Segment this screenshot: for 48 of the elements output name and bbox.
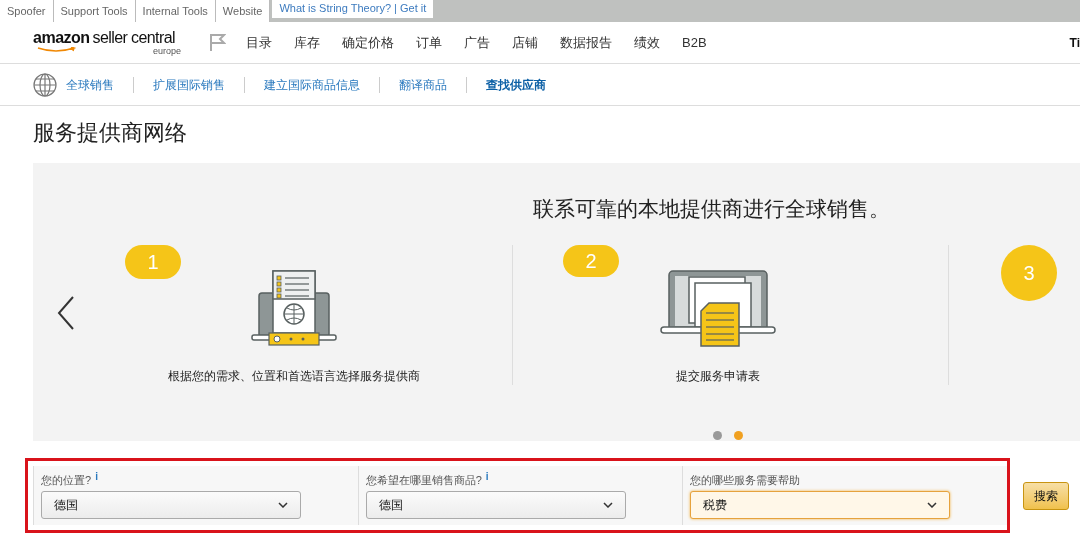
nav-link[interactable]: 广告 <box>464 32 490 53</box>
browser-tab[interactable]: Spoofer <box>0 0 54 22</box>
laptop-document-icon <box>659 267 777 347</box>
flag-icon[interactable] <box>209 33 226 52</box>
chevron-down-icon <box>602 502 613 508</box>
logo-brand: amazon <box>33 29 90 47</box>
info-icon[interactable]: i <box>95 472 98 482</box>
dropdown-select[interactable]: 德国 <box>365 491 626 519</box>
field-label: 您的位置? <box>41 473 92 488</box>
nav-link[interactable]: 店铺 <box>512 32 538 53</box>
page-title: 服务提供商网络 <box>33 119 188 147</box>
nav-link[interactable]: 库存 <box>294 32 320 53</box>
field-label: 您的哪些服务需要帮助 <box>690 473 801 488</box>
subnav-link[interactable]: 全球销售 <box>66 75 114 94</box>
info-icon[interactable]: i <box>485 472 489 482</box>
browser-tab[interactable]: Internal Tools <box>135 0 216 22</box>
nav-link[interactable]: B2B <box>682 32 707 53</box>
logo-region: europe <box>152 47 181 56</box>
subnav-link[interactable]: 扩展国际销售 <box>153 75 225 94</box>
step-number-badge: 2 <box>563 245 619 277</box>
dropdown-select[interactable]: 税费 <box>690 491 951 519</box>
chevron-down-icon <box>278 502 288 508</box>
nav-link[interactable]: 目录 <box>246 32 272 53</box>
dropdown-select[interactable]: 德国 <box>41 491 301 519</box>
subnav-link[interactable]: 建立国际商品信息 <box>264 75 360 94</box>
search-button[interactable]: 搜索 <box>1023 481 1069 510</box>
banner-link[interactable]: What is String Theory? | Get it <box>272 0 434 18</box>
subnav-link[interactable]: 翻译商品 <box>399 75 447 94</box>
nav-link[interactable]: 订单 <box>416 32 442 53</box>
laptop-checklist-icon <box>250 269 337 347</box>
step-caption: 根据您的需求、位置和首选语言选择服务提供商 <box>167 368 420 385</box>
nav-link[interactable]: 确定价格 <box>342 32 394 53</box>
browser-tab[interactable]: Support Tools <box>53 0 136 22</box>
browser-tab[interactable]: Website <box>215 0 271 22</box>
step-caption: 提交服务申请表 <box>676 368 760 385</box>
step-number-badge: 1 <box>125 245 181 279</box>
smile-arrow-icon <box>37 47 77 53</box>
nav-link[interactable]: 数据报告 <box>560 32 612 53</box>
step-number-badge: 3 <box>1001 245 1057 301</box>
carousel-heading: 联系可靠的本地提供商进行全球销售。 <box>533 196 890 222</box>
logo-product: seller central <box>92 29 175 47</box>
globe-icon <box>33 72 57 97</box>
chevron-left-icon[interactable] <box>57 296 75 330</box>
user-name[interactable]: Ti <box>1069 33 1080 52</box>
subnav-link[interactable]: 查找供应商 <box>486 75 546 94</box>
field-label: 您希望在哪里销售商品? <box>365 473 482 488</box>
nav-link[interactable]: 绩效 <box>634 32 660 53</box>
chevron-down-icon <box>927 502 938 508</box>
